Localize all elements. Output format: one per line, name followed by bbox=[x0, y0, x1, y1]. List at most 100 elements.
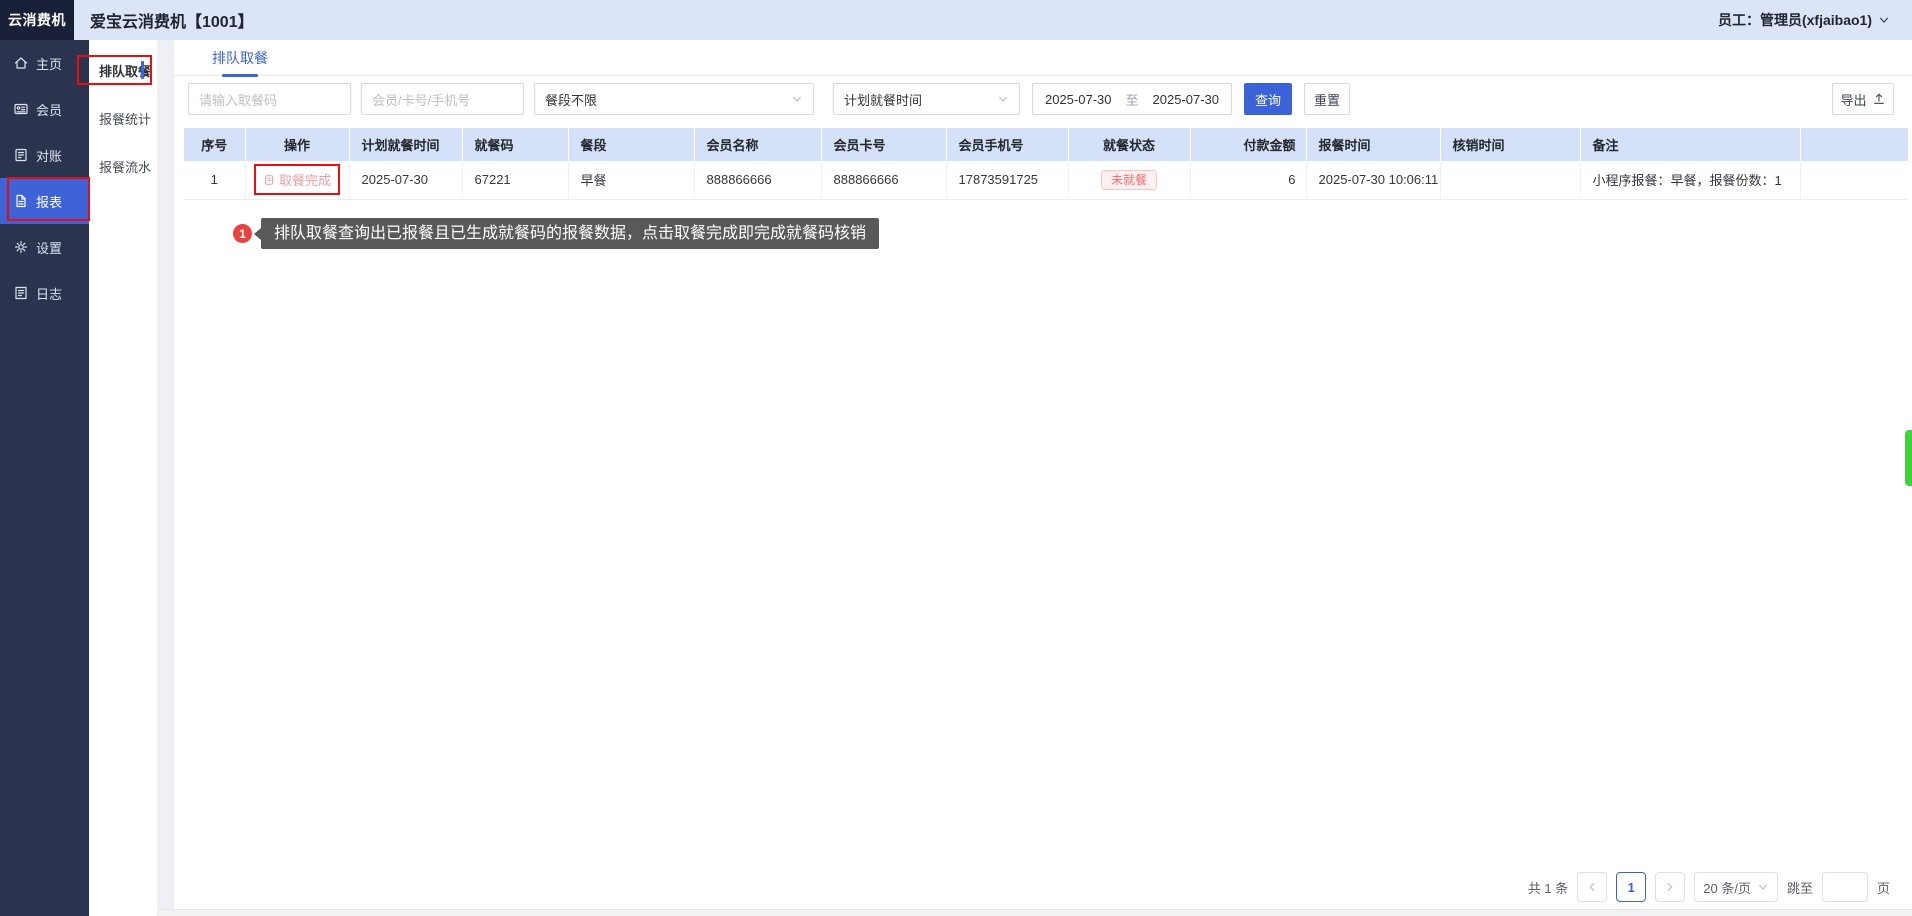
col-card-no: 会员卡号 bbox=[821, 128, 947, 161]
export-button-label: 导出 bbox=[1840, 92, 1867, 108]
pagination-total: 共 1 条 bbox=[1527, 880, 1569, 896]
tooltip-arrow-left-icon bbox=[254, 227, 261, 240]
search-button[interactable]: 查询 bbox=[1244, 83, 1292, 115]
sidebar-item-members[interactable]: 会员 bbox=[0, 86, 89, 132]
sidebar-item-label: 报表 bbox=[36, 194, 63, 210]
pagination: 共 1 条 1 20 条/页 跳至 页 bbox=[1528, 872, 1890, 902]
col-report-time: 报餐时间 bbox=[1306, 128, 1441, 161]
app-logo: 云消费机 bbox=[0, 0, 74, 40]
ticket-icon bbox=[265, 174, 273, 185]
member-search-input[interactable]: 会员/卡号/手机号 bbox=[361, 83, 524, 115]
date-from-value: 2025-07-30 bbox=[1044, 91, 1112, 107]
content-divider bbox=[158, 40, 174, 916]
time-type-value: 计划就餐时间 bbox=[844, 92, 923, 108]
chevron-left-icon bbox=[1589, 882, 1595, 892]
sidebar-item-settings[interactable]: 设置 bbox=[0, 224, 89, 270]
export-upload-icon bbox=[1873, 93, 1884, 104]
sidebar-item-logs[interactable]: 日志 bbox=[0, 270, 89, 316]
submenu-item-label: 报餐统计 bbox=[99, 111, 152, 127]
tab-queue-pickup[interactable]: 排队取餐 bbox=[212, 48, 268, 68]
chevron-right-icon bbox=[1667, 882, 1673, 892]
meal-segment-value: 餐段不限 bbox=[545, 92, 598, 108]
report-file-icon bbox=[16, 194, 26, 208]
page-size-select[interactable]: 20 条/页 bbox=[1694, 872, 1778, 902]
export-button[interactable]: 导出 bbox=[1832, 83, 1894, 115]
sidebar-item-reports[interactable]: 报表 bbox=[0, 178, 89, 224]
col-segment: 餐段 bbox=[568, 128, 695, 161]
cell-verify-time bbox=[1440, 161, 1581, 200]
sidebar-item-label: 设置 bbox=[36, 240, 63, 256]
meal-segment-select[interactable]: 餐段不限 bbox=[534, 83, 814, 115]
member-search-placeholder: 会员/卡号/手机号 bbox=[372, 92, 471, 108]
cell-plan-time: 2025-07-30 bbox=[349, 161, 463, 200]
col-status: 就餐状态 bbox=[1068, 128, 1191, 161]
time-type-select[interactable]: 计划就餐时间 bbox=[833, 83, 1020, 115]
sidebar-item-home[interactable]: 主页 bbox=[0, 40, 89, 86]
cell-code: 67221 bbox=[462, 161, 569, 200]
sidebar-item-label: 对账 bbox=[36, 148, 63, 164]
submenu-item-queue-pickup[interactable]: 排队取餐 bbox=[89, 56, 157, 84]
date-separator: 至 bbox=[1125, 92, 1139, 108]
cell-member-name: 888866666 bbox=[694, 161, 822, 200]
prev-page-button[interactable] bbox=[1577, 872, 1608, 902]
user-menu[interactable]: 员工：管理员(xfjaibao1) bbox=[1718, 10, 1890, 30]
annotation-box-pickup-complete: 取餐完成 bbox=[253, 164, 340, 196]
jump-to-page-input[interactable] bbox=[1821, 872, 1868, 902]
col-code: 就餐码 bbox=[462, 128, 569, 161]
next-page-button[interactable] bbox=[1655, 872, 1686, 902]
cell-action: 取餐完成 bbox=[245, 161, 350, 200]
cell-phone: 17873591725 bbox=[946, 161, 1069, 200]
sidebar-item-reconciliation[interactable]: 对账 bbox=[0, 132, 89, 178]
reset-button-label: 重置 bbox=[1313, 92, 1340, 108]
tab-bar: 排队取餐 bbox=[174, 40, 1912, 76]
main-content: 排队取餐 请输入取餐码 会员/卡号/手机号 餐段不限 计划就餐时间 2025-0… bbox=[174, 40, 1912, 916]
reset-button[interactable]: 重置 bbox=[1304, 83, 1350, 115]
col-phone: 会员手机号 bbox=[946, 128, 1069, 161]
col-verify-time: 核销时间 bbox=[1440, 128, 1581, 161]
gear-icon bbox=[15, 241, 27, 253]
chevron-down-icon bbox=[1878, 14, 1890, 26]
pickup-table: 序号 操作 计划就餐时间 就餐码 餐段 会员名称 会员卡号 会员手机号 就餐状态… bbox=[184, 128, 1908, 200]
col-member-name: 会员名称 bbox=[694, 128, 822, 161]
cell-seq: 1 bbox=[184, 161, 246, 200]
sidebar-item-label: 会员 bbox=[36, 102, 63, 118]
cell-status: 未就餐 bbox=[1068, 161, 1191, 200]
col-action: 操作 bbox=[245, 128, 350, 161]
cell-empty bbox=[1800, 161, 1908, 200]
primary-sidebar: 主页 会员 对账 报表 设置 日志 bbox=[0, 40, 89, 916]
secondary-sidebar: 排队取餐 报餐统计 报餐流水 bbox=[89, 40, 158, 916]
bottom-scrollbar-track[interactable] bbox=[158, 909, 1912, 916]
log-book-icon bbox=[15, 286, 27, 300]
cell-remark: 小程序报餐：早餐，报餐份数：1 bbox=[1580, 161, 1801, 200]
pickup-code-input[interactable]: 请输入取餐码 bbox=[188, 83, 351, 115]
annotation-text: 排队取餐查询出已报餐且已生成就餐码的报餐数据，点击取餐完成即完成就餐码核销 bbox=[261, 218, 880, 249]
home-icon bbox=[14, 57, 28, 69]
submenu-item-meal-report-stats[interactable]: 报餐统计 bbox=[89, 104, 157, 132]
sidebar-item-label: 主页 bbox=[36, 56, 63, 72]
jump-to-label: 跳至 bbox=[1786, 880, 1813, 896]
submenu-item-meal-report-flow[interactable]: 报餐流水 bbox=[89, 152, 157, 180]
cell-report-time: 2025-07-30 10:06:11 bbox=[1306, 161, 1441, 200]
col-amount: 付款金额 bbox=[1190, 128, 1307, 161]
chevron-down-icon bbox=[997, 93, 1009, 105]
reconcile-doc-icon bbox=[15, 148, 27, 162]
page-number-1[interactable]: 1 bbox=[1616, 872, 1647, 902]
col-remark: 备注 bbox=[1580, 128, 1801, 161]
chevron-down-icon bbox=[791, 93, 803, 105]
chevron-down-icon bbox=[1757, 881, 1769, 893]
member-card-icon bbox=[14, 103, 28, 115]
pickup-complete-link[interactable]: 取餐完成 bbox=[279, 170, 331, 189]
user-label: 员工：管理员(xfjaibao1) bbox=[1717, 12, 1872, 28]
col-plan-time: 计划就餐时间 bbox=[349, 128, 463, 161]
top-bar: 爱宝云消费机【1001】 员工：管理员(xfjaibao1) bbox=[74, 0, 1912, 40]
date-to-value: 2025-07-30 bbox=[1152, 91, 1220, 107]
table-row: 1 取餐完成 2025-07-30 67221 早餐 888866666 888… bbox=[184, 161, 1908, 200]
col-seq: 序号 bbox=[184, 128, 246, 161]
date-range-picker[interactable]: 2025-07-30 至 2025-07-30 bbox=[1032, 83, 1232, 115]
cell-segment: 早餐 bbox=[568, 161, 695, 200]
col-empty bbox=[1800, 128, 1908, 161]
floating-widget-tab[interactable] bbox=[1905, 430, 1912, 486]
annotation-tooltip: 1 排队取餐查询出已报餐且已生成就餐码的报餐数据，点击取餐完成即完成就餐码核销 bbox=[233, 218, 880, 249]
pickup-code-placeholder: 请输入取餐码 bbox=[199, 92, 278, 108]
cell-card-no: 888866666 bbox=[821, 161, 947, 200]
